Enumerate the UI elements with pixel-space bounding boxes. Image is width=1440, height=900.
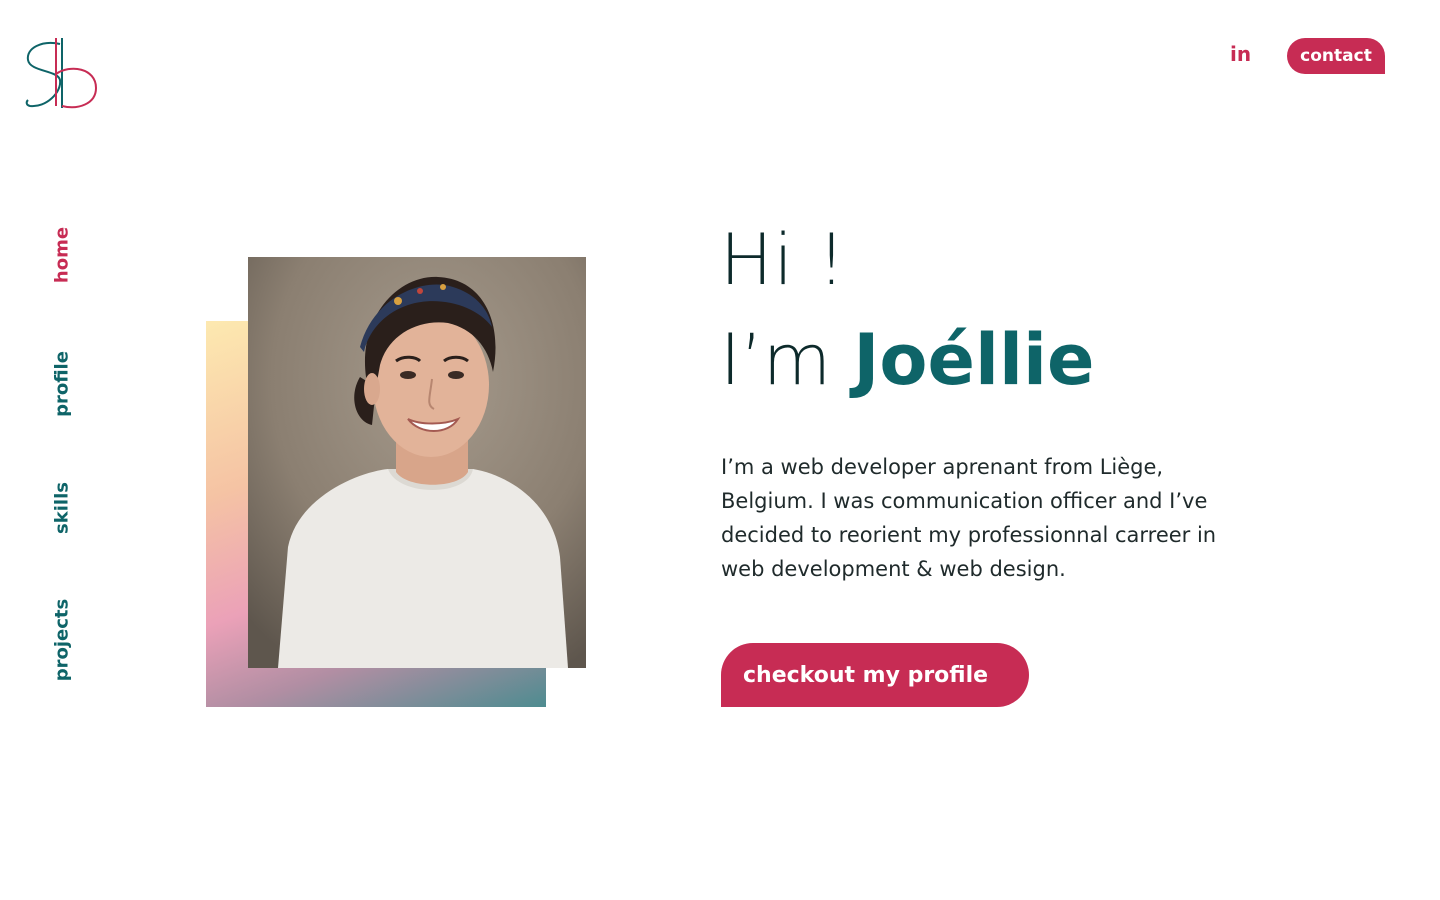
name-highlight: Joéllie xyxy=(853,319,1095,401)
nav-item-label: projects xyxy=(51,598,73,682)
nav-item-label: home xyxy=(51,226,73,284)
nav-item-home[interactable]: home xyxy=(40,220,84,290)
nav-item-label: skills xyxy=(51,482,73,534)
side-navigation: home profile skills projects xyxy=(40,200,84,700)
nav-item-projects[interactable]: projects xyxy=(40,595,84,685)
bio-text: I’m a web developer aprenant from Liège,… xyxy=(721,455,1217,581)
portrait-illustration xyxy=(248,257,586,668)
intro-heading: I’m Joéllie xyxy=(720,318,1094,402)
contact-button[interactable]: contact xyxy=(1287,38,1385,74)
page: in contact home profile skills projects xyxy=(0,0,1440,900)
nav-item-skills[interactable]: skills xyxy=(40,480,84,536)
greeting-heading: Hi ! xyxy=(720,219,847,301)
intro-prefix: I’m xyxy=(720,319,854,401)
nav-item-label: profile xyxy=(51,351,73,417)
linkedin-icon[interactable]: in xyxy=(1230,42,1251,66)
logo-icon[interactable] xyxy=(22,34,102,114)
checkout-profile-button[interactable]: checkout my profile xyxy=(721,643,1029,707)
nav-item-profile[interactable]: profile xyxy=(40,348,84,420)
portrait-photo xyxy=(248,257,586,668)
